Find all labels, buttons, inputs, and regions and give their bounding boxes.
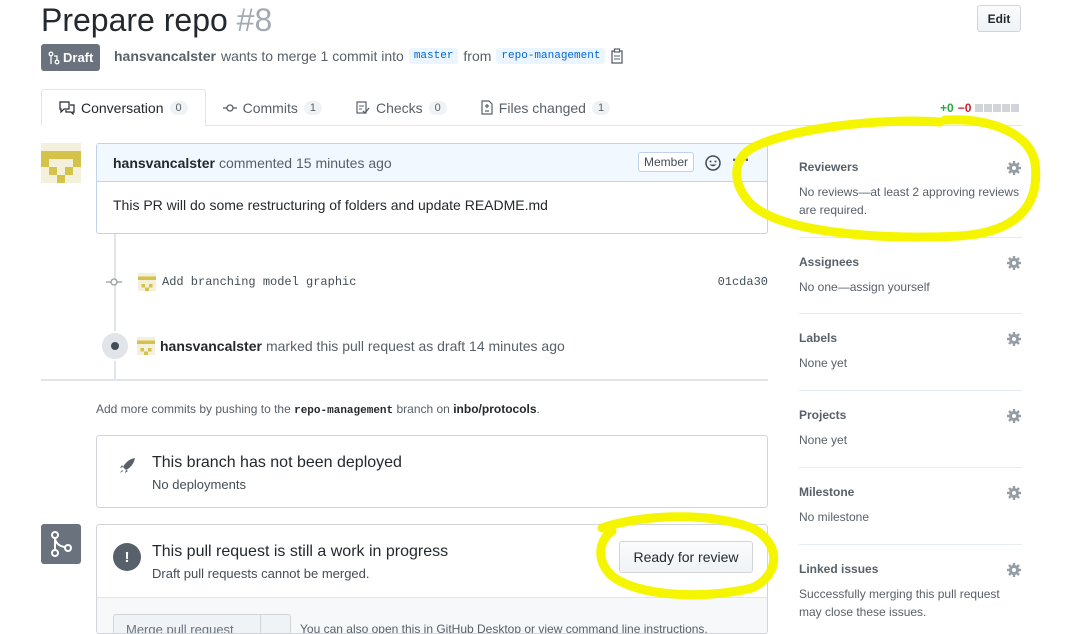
gear-icon[interactable] [1006, 408, 1022, 424]
rocket-icon [119, 456, 137, 474]
author-link[interactable]: hansvancalster [114, 48, 216, 64]
push-note-suffix: . [537, 402, 540, 416]
deploy-subtitle: No deployments [152, 477, 246, 492]
tab-label: Conversation [81, 100, 164, 116]
sidebar-milestone: Milestone No milestone [799, 485, 1022, 545]
comment-body: This PR will do some restructuring of fo… [97, 182, 767, 228]
commit-sha[interactable]: 01cda30 [718, 275, 768, 289]
tab-counter: 0 [429, 101, 447, 115]
additions-count: +0 [940, 101, 954, 115]
from-text: from [463, 48, 491, 64]
avatar[interactable] [138, 273, 156, 291]
linked-issues-text: Successfully merging this pull request m… [799, 585, 1022, 621]
commit-message[interactable]: Add branching model graphic [162, 275, 356, 289]
push-note: Add more commits by pushing to the repo-… [96, 402, 540, 417]
event-text: marked this pull request as draft 14 min… [266, 338, 565, 354]
sidebar-projects: Projects None yet [799, 408, 1022, 468]
dot-fill-icon [100, 331, 130, 361]
projects-title[interactable]: Projects [799, 408, 1022, 422]
kebab-horizontal-icon[interactable]: ··· [732, 152, 751, 170]
avatar[interactable] [41, 143, 81, 183]
comment-header: hansvancalster commented 15 minutes ago … [97, 144, 767, 182]
comment-timestamp[interactable]: commented 15 minutes ago [219, 155, 392, 171]
tab-files-changed[interactable]: Files changed 1 [464, 89, 627, 126]
deploy-title: This branch has not been deployed [152, 454, 402, 472]
git-pull-request-icon [48, 51, 60, 65]
merge-button[interactable]: Merge pull request [113, 614, 291, 634]
smiley-icon[interactable] [705, 155, 721, 171]
avatar[interactable] [137, 337, 155, 355]
git-commit-icon [106, 274, 122, 290]
draft-event: hansvancalster marked this pull request … [100, 331, 565, 361]
linked-issues-title[interactable]: Linked issues [799, 562, 1022, 576]
tab-label: Commits [243, 100, 298, 116]
sidebar-linked-issues: Linked issues Successfully merging this … [799, 562, 1022, 632]
pr-meta: hansvancalster wants to merge 1 commit i… [114, 48, 624, 64]
reviewers-title[interactable]: Reviewers [799, 160, 1022, 174]
sidebar-labels: Labels None yet [799, 331, 1022, 391]
commit-item: Add branching model graphic 01cda30 [106, 272, 768, 292]
wip-merge-box: ! This pull request is still a work in p… [96, 524, 768, 634]
tab-checks[interactable]: Checks 0 [339, 89, 464, 126]
page-title: Prepare repo #8 [41, 2, 272, 39]
desktop-note: You can also open this in GitHub Desktop… [300, 622, 708, 634]
sidebar-reviewers: Reviewers No reviews—at least 2 approvin… [799, 160, 1022, 238]
base-branch[interactable]: master [409, 48, 459, 64]
alert-icon: ! [113, 543, 141, 571]
tab-label: Files changed [499, 100, 586, 116]
comment-discussion-icon [59, 101, 75, 115]
draft-label: Draft [63, 50, 93, 65]
push-note-middle: branch on [396, 402, 449, 416]
merge-text: wants to merge 1 commit into [221, 48, 404, 64]
diffstat-blocks [975, 104, 1019, 112]
member-badge: Member [638, 152, 694, 172]
pr-number: #8 [237, 2, 273, 38]
merge-button-label: Merge pull request [114, 622, 234, 634]
tab-bar: Conversation 0 Commits 1 Checks 0 Files … [41, 89, 627, 126]
wip-title: This pull request is still a work in pro… [152, 543, 448, 561]
milestone-text: No milestone [799, 508, 1022, 526]
push-note-branch: repo-management [294, 405, 393, 417]
tab-counter: 0 [170, 101, 188, 115]
labels-text: None yet [799, 354, 1022, 372]
reviewers-text: No reviews—at least 2 approving reviews … [799, 183, 1022, 219]
gear-icon[interactable] [1006, 485, 1022, 501]
assignees-title[interactable]: Assignees [799, 255, 1022, 269]
tab-label: Checks [376, 100, 423, 116]
comment-box: hansvancalster commented 15 minutes ago … [96, 143, 768, 234]
tab-conversation[interactable]: Conversation 0 [41, 89, 206, 126]
deletions-count: −0 [958, 101, 972, 115]
tab-counter: 1 [592, 101, 610, 115]
file-diff-icon [481, 100, 493, 115]
milestone-title[interactable]: Milestone [799, 485, 1022, 499]
divider [41, 379, 768, 381]
labels-title[interactable]: Labels [799, 331, 1022, 345]
head-branch[interactable]: repo-management [496, 48, 605, 64]
gear-icon[interactable] [1006, 255, 1022, 271]
wip-subtitle: Draft pull requests cannot be merged. [152, 566, 370, 581]
merge-actions: Merge pull request You can also open thi… [97, 597, 767, 634]
pr-title: Prepare repo [41, 2, 228, 38]
comment-author[interactable]: hansvancalster [113, 155, 215, 171]
deployment-box: This branch has not been deployed No dep… [96, 435, 768, 508]
assignees-text[interactable]: No one—assign yourself [799, 278, 1022, 296]
gear-icon[interactable] [1006, 331, 1022, 347]
gear-icon[interactable] [1006, 562, 1022, 578]
gear-icon[interactable] [1006, 160, 1022, 176]
ready-for-review-button[interactable]: Ready for review [619, 541, 753, 573]
git-commit-icon [223, 101, 237, 115]
push-note-prefix: Add more commits by pushing to the [96, 402, 291, 416]
sidebar-assignees: Assignees No one—assign yourself [799, 255, 1022, 314]
projects-text: None yet [799, 431, 1022, 449]
checklist-icon [356, 101, 370, 115]
event-author[interactable]: hansvancalster [160, 338, 262, 354]
status-badge: Draft [41, 44, 100, 71]
git-merge-icon [41, 524, 81, 564]
push-note-repo[interactable]: inbo/protocols [453, 402, 536, 416]
edit-button[interactable]: Edit [977, 5, 1021, 32]
tab-counter: 1 [304, 101, 322, 115]
clippy-icon[interactable] [610, 48, 624, 64]
tab-commits[interactable]: Commits 1 [206, 89, 339, 126]
diffstat[interactable]: +0 −0 [940, 101, 1019, 115]
